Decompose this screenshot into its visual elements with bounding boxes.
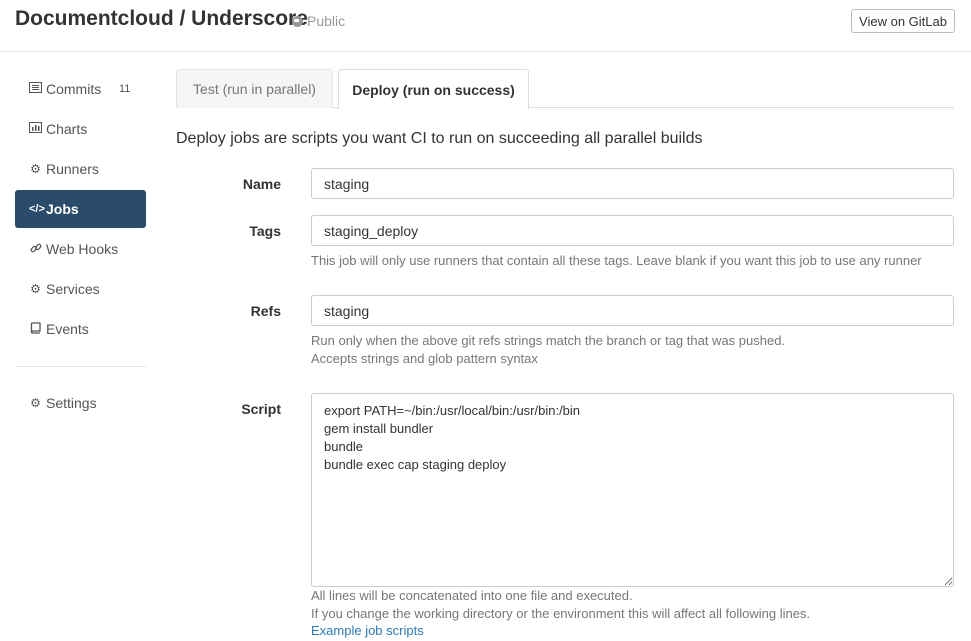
sidebar-item-label: Web Hooks xyxy=(46,241,119,257)
sidebar-item-charts[interactable]: Charts xyxy=(15,110,146,148)
name-label: Name xyxy=(242,176,281,192)
sidebar-item-settings[interactable]: ⚙ Settings xyxy=(15,384,146,422)
sidebar-item-runners[interactable]: ⚙ Runners xyxy=(15,150,146,188)
name-field[interactable] xyxy=(311,168,954,199)
gear-icon: ⚙ xyxy=(30,162,41,176)
tags-label: Tags xyxy=(249,223,281,239)
sidebar-divider xyxy=(15,366,146,367)
tags-help: This job will only use runners that cont… xyxy=(311,253,922,268)
script-help-environment: If you change the working directory or t… xyxy=(311,606,811,621)
sidebar-item-label: Settings xyxy=(46,395,97,411)
sidebar-item-services[interactable]: ⚙ Services xyxy=(15,270,146,308)
tab-deploy[interactable]: Deploy (run on success) xyxy=(338,69,529,109)
visibility-badge: Public xyxy=(292,13,345,29)
refs-help-syntax: Accepts strings and glob pattern syntax xyxy=(311,351,538,366)
link-icon xyxy=(29,242,42,257)
example-job-scripts-link[interactable]: Example job scripts xyxy=(311,623,424,638)
script-label: Script xyxy=(241,401,281,417)
tags-field[interactable] xyxy=(311,215,954,246)
refs-help: Run only when the above git refs strings… xyxy=(311,333,786,348)
section-description: Deploy jobs are scripts you want CI to r… xyxy=(176,130,703,147)
sidebar-item-label: Charts xyxy=(46,121,88,137)
refs-label: Refs xyxy=(250,303,281,319)
globe-icon xyxy=(292,15,303,27)
list-icon xyxy=(29,82,42,96)
commits-count: 11 xyxy=(119,83,131,95)
sidebar-item-label: Events xyxy=(46,321,89,337)
project-title[interactable]: Documentcloud / Underscore xyxy=(15,7,308,31)
script-help: All lines will be concatenated into one … xyxy=(311,588,633,603)
sidebar-item-label: Commits xyxy=(46,81,102,97)
script-field[interactable]: export PATH=~/bin:/usr/local/bin:/usr/bi… xyxy=(311,393,954,587)
sidebar-item-label: Services xyxy=(46,281,100,297)
refs-field[interactable] xyxy=(311,295,954,326)
sidebar-item-events[interactable]: Events xyxy=(15,310,146,348)
sidebar-item-label: Runners xyxy=(46,161,99,177)
gears-icon: ⚙ xyxy=(30,396,41,410)
sidebar-item-jobs[interactable]: </> Jobs xyxy=(15,190,146,228)
page-header: Documentcloud / Underscore Public View o… xyxy=(0,0,971,52)
view-on-gitlab-button[interactable]: View on GitLab xyxy=(851,9,955,33)
visibility-label: Public xyxy=(307,13,346,29)
code-icon: </> xyxy=(29,203,45,215)
bar-chart-icon xyxy=(29,122,42,136)
gear-icon: ⚙ xyxy=(30,282,41,296)
sidebar-item-label: Jobs xyxy=(46,201,79,217)
book-icon xyxy=(29,321,42,337)
tab-test[interactable]: Test (run in parallel) xyxy=(176,69,333,108)
job-tabs: Test (run in parallel) Deploy (run on su… xyxy=(176,69,954,109)
sidebar-item-commits[interactable]: Commits 11 xyxy=(15,70,146,108)
sidebar-item-web-hooks[interactable]: Web Hooks xyxy=(15,230,146,268)
